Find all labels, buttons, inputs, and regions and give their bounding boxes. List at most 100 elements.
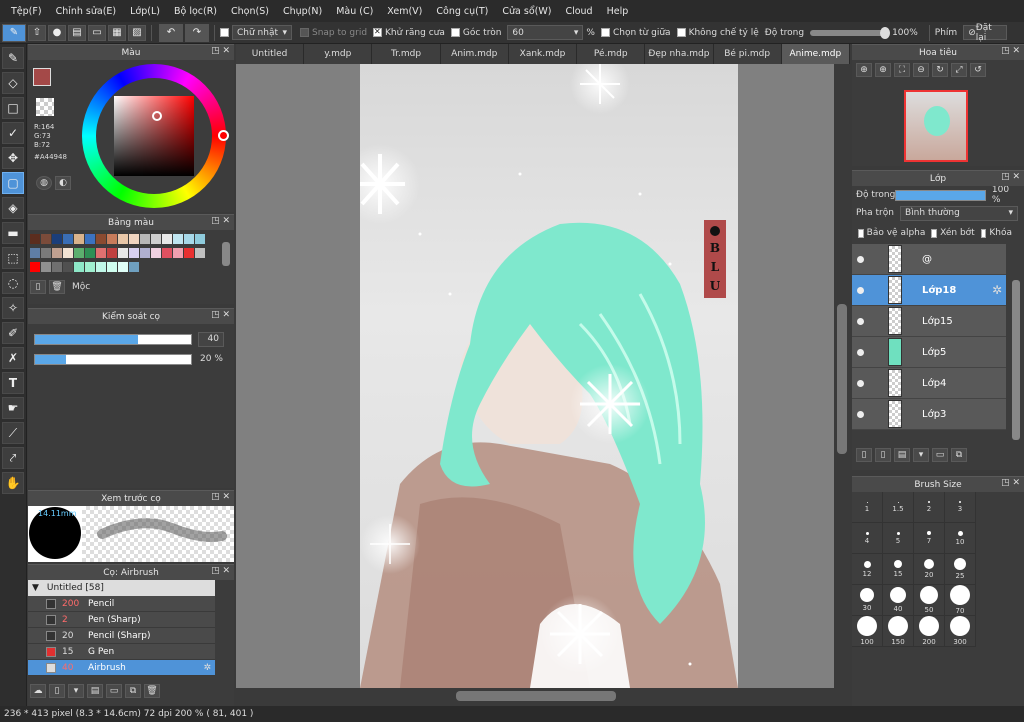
marquee-icon[interactable]: ⬚ <box>2 247 24 269</box>
zoom-out-icon[interactable]: ⊖ <box>913 63 929 77</box>
comment-icon[interactable]: ▤ <box>68 24 86 41</box>
brush-size-option[interactable]: 12 <box>852 554 883 585</box>
brush-size-option[interactable]: 50 <box>914 585 945 616</box>
brush-item[interactable]: 40 Airbrush ✲ <box>28 660 215 676</box>
opacity-slider-brush[interactable] <box>34 354 192 365</box>
gradient-tool-icon[interactable]: ▬ <box>2 222 24 244</box>
main-color-swatch[interactable] <box>33 68 51 86</box>
palette-tool-icon[interactable]: ◍ ◐ <box>36 176 74 190</box>
menu-item[interactable]: Chọn(S) <box>224 6 276 17</box>
document-tab[interactable]: Pé.mdp <box>577 44 646 64</box>
brush-size-option[interactable]: 200 <box>914 616 945 647</box>
eye-icon[interactable] <box>857 379 864 387</box>
document-tab[interactable]: Đẹp nha.mdp <box>645 44 714 64</box>
layout-icon[interactable]: ▨ <box>128 24 146 41</box>
layer-row[interactable]: Lớp15 <box>852 306 1006 337</box>
corner-value-select[interactable]: 60 ▾ <box>507 25 584 40</box>
brush-item[interactable]: 20 Pencil (Sharp) <box>28 628 215 644</box>
brush-size-option[interactable]: 150 <box>883 616 914 647</box>
document-tab[interactable]: Anime.mdp <box>781 44 850 64</box>
brush-size-option[interactable]: 300 <box>945 616 976 647</box>
layer-row[interactable]: Lớp3 <box>852 399 1006 430</box>
brush-menu-icon[interactable]: ▾ <box>68 684 84 698</box>
brush-size-option[interactable]: 1.5 <box>883 492 914 523</box>
brush-item[interactable]: 2 Pen (Sharp) <box>28 612 215 628</box>
brush-size-option[interactable]: 5 <box>883 523 914 554</box>
brush-folder-icon[interactable]: ▭ <box>106 684 122 698</box>
new-brush-icon[interactable]: ▯ <box>49 684 65 698</box>
layer-row[interactable]: Lớp5 <box>852 337 1006 368</box>
canvas-vscroll[interactable] <box>834 64 850 688</box>
brush-tool-icon[interactable]: ✎ <box>2 47 24 69</box>
menu-item[interactable]: Bộ lọc(R) <box>167 6 224 17</box>
menu-item[interactable]: Xem(V) <box>380 6 429 17</box>
eyedropper-icon[interactable]: ⤤ <box>2 447 24 469</box>
move-tool-icon[interactable]: ✥ <box>2 147 24 169</box>
document-tab[interactable]: y.mdp <box>304 44 373 64</box>
blend-select[interactable]: Bình thường ▾ <box>900 205 1018 221</box>
brush-item[interactable]: 200 Pencil <box>28 596 215 612</box>
fill-tool-icon[interactable]: ◈ <box>2 197 24 219</box>
layer-menu-icon[interactable]: ▾ <box>913 448 929 462</box>
size-value[interactable]: 40 <box>198 332 224 347</box>
export-icon[interactable]: ⇧ <box>28 24 46 41</box>
document-tab[interactable]: Anim.mdp <box>440 44 509 64</box>
canvas-area[interactable]: B L U <box>236 64 834 688</box>
chat-icon[interactable]: ● <box>48 24 66 41</box>
brush-size-option[interactable]: 2 <box>914 492 945 523</box>
brush-size-option[interactable]: 70 <box>945 585 976 616</box>
brush-size-option[interactable]: 25 <box>945 554 976 585</box>
grid-icon[interactable]: ▦ <box>108 24 126 41</box>
eye-icon[interactable] <box>857 255 864 263</box>
text-tool-icon[interactable]: T <box>2 372 24 394</box>
select-brush-icon[interactable]: ✐ <box>2 322 24 344</box>
undo-icon[interactable]: ↶ <box>159 23 183 42</box>
duplicate-icon[interactable]: ⧉ <box>951 448 967 462</box>
no-ratio-checkbox[interactable] <box>676 28 686 37</box>
brush-size-option[interactable]: 1 <box>852 492 883 523</box>
hand-tool-icon[interactable]: ✋ <box>2 472 24 494</box>
brush-size-option[interactable]: 3 <box>945 492 976 523</box>
document-tab[interactable]: Xank.mdp <box>508 44 578 64</box>
brush-settings-icon[interactable]: ✲ <box>203 663 211 673</box>
document-tab[interactable]: Bé pi.mdp <box>713 44 782 64</box>
brush-size-option[interactable]: 100 <box>852 616 883 647</box>
document-tab[interactable]: Tr.mdp <box>372 44 441 64</box>
rect-tool-icon[interactable]: □ <box>2 97 24 119</box>
saturation-square[interactable] <box>114 96 194 176</box>
eye-icon[interactable] <box>857 286 864 294</box>
eye-icon[interactable] <box>857 348 864 356</box>
palette-scrollbar[interactable] <box>222 242 230 266</box>
navigator-thumbnail[interactable] <box>904 90 968 162</box>
select-center-checkbox[interactable] <box>600 28 610 37</box>
brush-delete-icon[interactable]: 🗑 <box>144 684 160 698</box>
brush-copy-icon[interactable]: ▤ <box>87 684 103 698</box>
brush-size-option[interactable]: 30 <box>852 585 883 616</box>
brush-cloud-icon[interactable]: ☁ <box>30 684 46 698</box>
new-palette-icon[interactable]: ▯ <box>30 280 46 294</box>
opacity-slider[interactable] <box>810 26 891 39</box>
brush-size-option[interactable]: 40 <box>883 585 914 616</box>
brush-size-option[interactable]: 15 <box>883 554 914 585</box>
menu-item[interactable]: Chỉnh sửa(E) <box>49 6 124 17</box>
magic-wand-icon[interactable]: ✧ <box>2 297 24 319</box>
page-icon[interactable]: ▭ <box>88 24 106 41</box>
fit-icon[interactable]: ⛶ <box>894 63 910 77</box>
shape-checkbox[interactable] <box>220 28 229 37</box>
clipping-checkbox[interactable] <box>931 228 938 238</box>
brush-group[interactable]: ▼ Untitled [58] <box>28 580 215 596</box>
redo-icon[interactable]: ↷ <box>185 23 209 42</box>
delete-palette-icon[interactable]: 🗑 <box>49 280 65 294</box>
folder-icon[interactable]: ▭ <box>932 448 948 462</box>
layer-scrollbar[interactable] <box>1012 280 1020 440</box>
brush-size-option[interactable]: 7 <box>914 523 945 554</box>
new-layer2-icon[interactable]: ▯ <box>875 448 891 462</box>
brush-item[interactable]: 15 G Pen <box>28 644 215 660</box>
menu-item[interactable]: Chụp(N) <box>276 6 329 17</box>
brush-size-option[interactable]: 4 <box>852 523 883 554</box>
canvas-hscroll[interactable] <box>236 688 850 704</box>
brush-size-option[interactable]: 20 <box>914 554 945 585</box>
flip-icon[interactable]: ⤢ <box>951 63 967 77</box>
layer-row[interactable]: @ <box>852 244 1006 275</box>
menu-item[interactable]: Help <box>600 6 636 17</box>
